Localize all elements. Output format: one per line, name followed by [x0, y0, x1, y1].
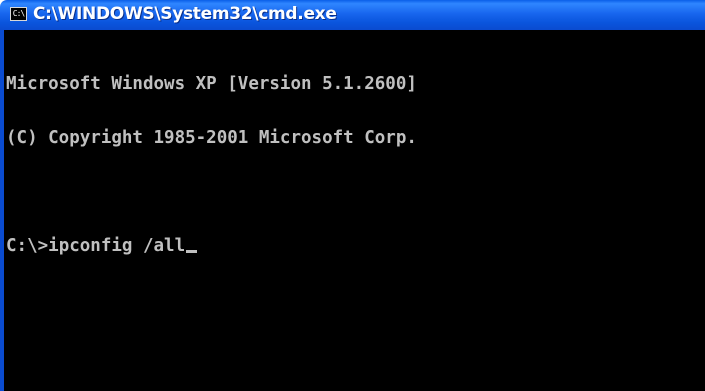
- console-line: (C) Copyright 1985-2001 Microsoft Corp.: [6, 128, 417, 148]
- prompt: C:\>: [6, 236, 49, 256]
- cmd-console-icon[interactable]: C:\: [10, 7, 27, 21]
- title-bar[interactable]: C:\ C:\WINDOWS\System32\cmd.exe: [0, 0, 705, 30]
- command-line[interactable]: C:\>ipconfig /all: [6, 237, 417, 255]
- cmd-window: C:\ C:\WINDOWS\System32\cmd.exe Microsof…: [0, 0, 705, 391]
- window-title: C:\WINDOWS\System32\cmd.exe: [33, 4, 337, 24]
- console-output: Microsoft Windows XP [Version 5.1.2600] …: [6, 39, 417, 291]
- command-input[interactable]: ipconfig /all: [48, 236, 185, 256]
- text-cursor: [186, 250, 198, 253]
- console-line: Microsoft Windows XP [Version 5.1.2600]: [6, 74, 417, 94]
